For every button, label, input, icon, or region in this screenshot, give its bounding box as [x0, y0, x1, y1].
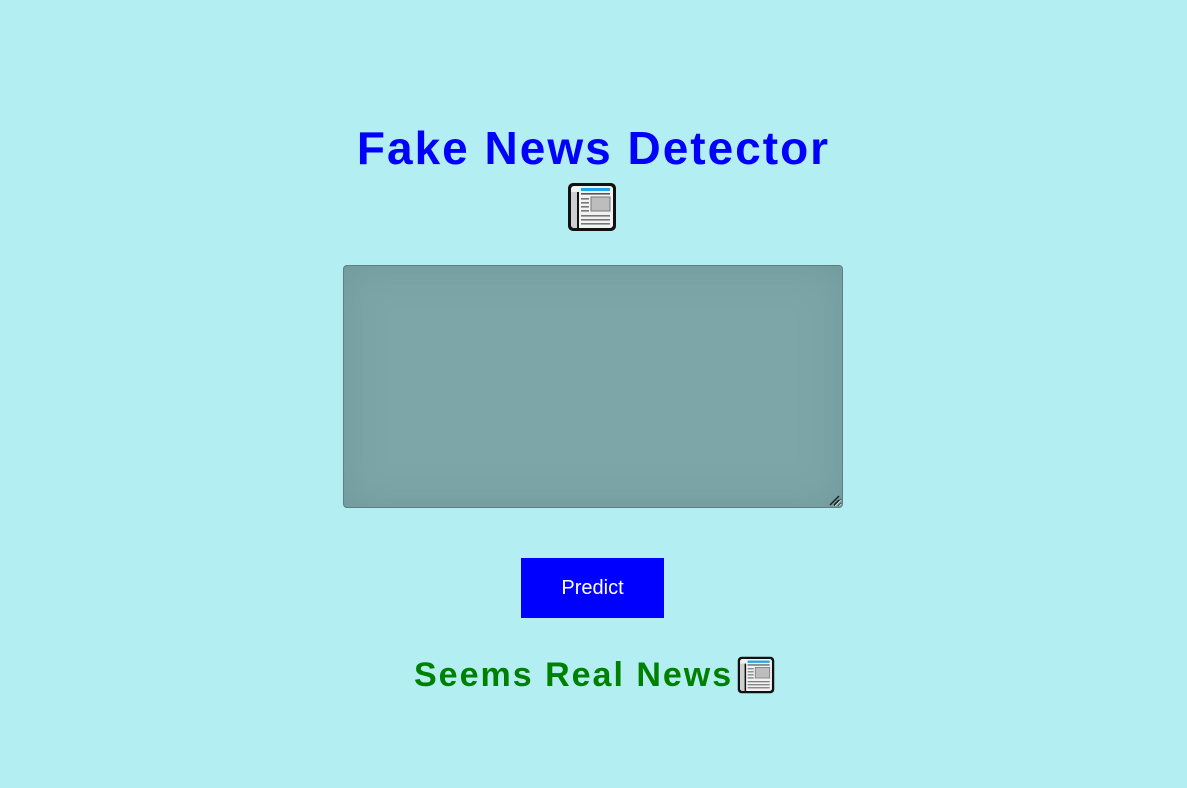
page-title: Fake News Detector [356, 122, 831, 174]
newspaper-icon [568, 183, 616, 231]
news-text-input[interactable] [343, 265, 843, 508]
result-text: Seems Real News [414, 656, 734, 694]
page: Fake News Detector Predict Seems Real Ne… [0, 0, 1187, 788]
predict-button[interactable]: Predict [521, 558, 664, 618]
newspaper-icon [737, 656, 775, 694]
prediction-result: Seems Real News [414, 654, 775, 696]
